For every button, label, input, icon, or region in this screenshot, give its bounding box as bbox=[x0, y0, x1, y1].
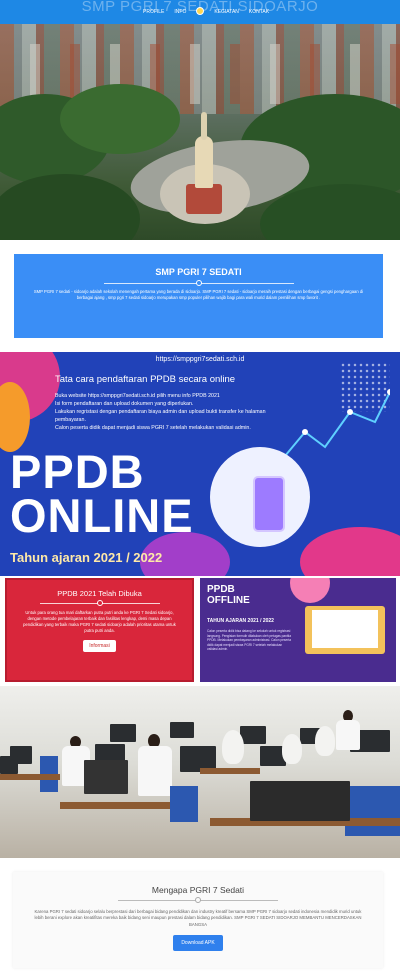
ppdb-offline-banner: PPDB OFFLINE TAHUN AJARAN 2021 / 2022 Ca… bbox=[200, 578, 396, 682]
opened-card-text: Untuk para orang tua mari daftarkan putr… bbox=[23, 610, 176, 633]
divider bbox=[103, 280, 294, 286]
offline-title-line: PPDB bbox=[207, 584, 235, 595]
nav-profile-link[interactable]: PROFILE bbox=[143, 9, 164, 15]
school-logo-icon[interactable] bbox=[196, 7, 205, 15]
nav-info-link[interactable]: INFO bbox=[174, 9, 186, 15]
divider bbox=[118, 897, 278, 903]
ppdb-heading: Tata cara pendaftaran PPDB secara online bbox=[55, 374, 236, 385]
trend-line-icon bbox=[280, 389, 390, 463]
divider bbox=[39, 600, 160, 606]
school-info-card: SMP PGRI 7 SEDATI SMP PGRI 7 sedati - si… bbox=[14, 254, 383, 338]
ppdb-steps-list: Buka website https://smppgri7sedati.sch.… bbox=[55, 392, 280, 432]
download-apk-button[interactable]: Download APK bbox=[173, 935, 223, 952]
ppdb-big-line: ONLINE bbox=[10, 489, 194, 542]
info-text: SMP PGRI 7 sedati - sidoarjo adalah seko… bbox=[33, 289, 364, 300]
informasi-button[interactable]: Informasi bbox=[83, 640, 116, 652]
hero-image-city-aerial bbox=[0, 24, 400, 240]
why-title: Mengapa PGRI 7 Sedati bbox=[151, 885, 245, 895]
offline-year: TAHUN AJARAN 2021 / 2022 bbox=[207, 618, 274, 624]
ppdb-opened-card: PPDB 2021 Telah Dibuka Untuk para orang … bbox=[5, 578, 194, 682]
ppdb-online-banner: https://smppgri7sedati.sch.id Tata cara … bbox=[0, 352, 400, 576]
monument bbox=[186, 184, 222, 214]
info-title: SMP PGRI 7 SEDATI bbox=[155, 267, 242, 277]
why-section: Mengapa PGRI 7 Sedati Karena PGRI 7 seda… bbox=[13, 872, 383, 968]
ppdb-step: Isi form pendaftaran dan upload dokumen … bbox=[55, 401, 194, 407]
nav-kontak-link[interactable]: KONTAK bbox=[249, 9, 269, 15]
ppdb-big-line: PPDB bbox=[10, 445, 145, 498]
navbar: SMP PGRI 7 SEDATI SIDOARJO PROFILE INFO … bbox=[0, 0, 400, 24]
offline-title-line: OFFLINE bbox=[207, 595, 250, 606]
ppdb-year: Tahun ajaran 2021 / 2022 bbox=[10, 550, 163, 565]
classroom-photo bbox=[0, 686, 400, 858]
phone-illustration bbox=[253, 476, 285, 532]
ppdb-step: Buka website https://smppgri7sedati.sch.… bbox=[55, 393, 220, 399]
offline-title: PPDB OFFLINE bbox=[207, 584, 250, 606]
ppdb-step: Calon peserta didik dapat menjadi siswa … bbox=[55, 425, 251, 431]
offline-text: Calon peserta didik bisa datang ke sekol… bbox=[207, 629, 291, 652]
ppdb-url: https://smppgri7sedati.sch.id bbox=[155, 356, 245, 363]
nav-kegiatan-link[interactable]: KEGIATAN bbox=[214, 9, 239, 15]
ppdb-big-text: PPDB ONLINE bbox=[10, 445, 194, 542]
why-text: Karena PGRI 7 sedati sidoarjo selalu ber… bbox=[34, 909, 362, 927]
page: SMP PGRI 7 SEDATI SIDOARJO PROFILE INFO … bbox=[0, 0, 400, 979]
nav-menu: PROFILE INFO KEGIATAN KONTAK bbox=[143, 7, 269, 15]
opened-card-title: PPDB 2021 Telah Dibuka bbox=[57, 589, 142, 598]
ppdb-step: Lakukan regristasi dengan pendaftaran bi… bbox=[55, 409, 266, 423]
